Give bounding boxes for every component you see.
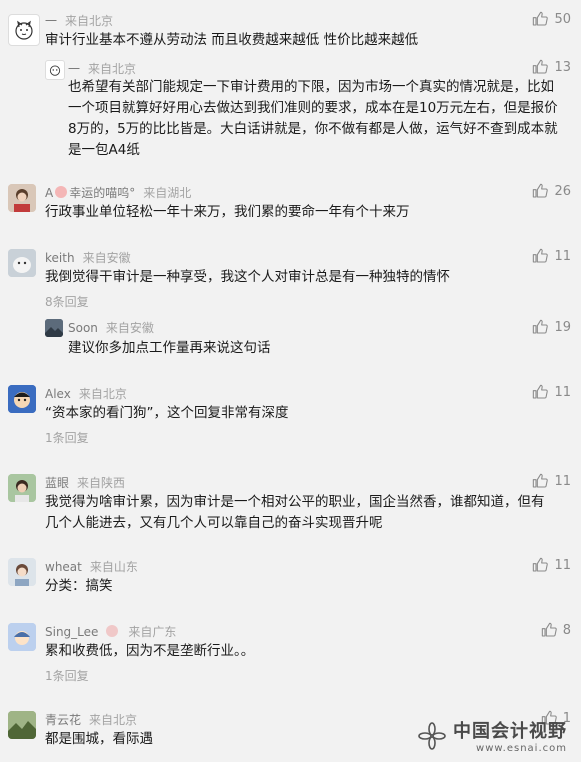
username[interactable]: Soon <box>68 321 98 335</box>
location: 来自北京 <box>78 387 127 401</box>
like-count: 50 <box>554 11 571 27</box>
watermark: 中国会计视野 www.esnai.com <box>417 717 567 754</box>
avatar[interactable] <box>8 249 36 277</box>
portrait-icon <box>8 474 36 502</box>
like-button[interactable]: 26 <box>532 183 571 199</box>
avatar[interactable] <box>8 623 36 651</box>
location: 来自湖北 <box>143 186 192 200</box>
thumbs-up-icon <box>532 183 548 199</box>
like-button[interactable]: 11 <box>532 248 571 264</box>
reply-count-link[interactable]: 1条回复 <box>45 429 89 446</box>
reply-count-link[interactable]: 1条回复 <box>45 667 89 684</box>
commenter-name[interactable]: Soon 来自安徽 <box>68 319 154 336</box>
username[interactable]: 青云花 <box>45 713 81 727</box>
location: 来自安徽 <box>105 321 154 335</box>
username-suffix: 幸运的喵呜° <box>69 186 136 200</box>
cat-face-icon <box>49 65 61 76</box>
like-button[interactable]: 11 <box>532 473 571 489</box>
like-count: 13 <box>554 59 571 75</box>
like-count: 19 <box>554 319 571 335</box>
portrait-icon <box>8 558 36 586</box>
username[interactable]: A <box>45 186 53 200</box>
like-button[interactable]: 50 <box>532 11 571 27</box>
landscape-icon <box>45 319 63 337</box>
location: 来自北京 <box>65 14 114 28</box>
avatar[interactable] <box>8 558 36 586</box>
comment-text: 也希望有关部门能规定一下审计费用的下限，因为市场一个真实的情况就是，比如一个项目… <box>68 79 558 158</box>
commenter-name[interactable]: keith 来自安徽 <box>45 249 131 266</box>
location: 来自安徽 <box>82 251 131 265</box>
comment-text: 审计行业基本不遵从劳动法 而且收费越来越低 性价比越来越低 <box>45 32 419 48</box>
location: 来自陕西 <box>77 476 126 490</box>
watermark-title: 中国会计视野 <box>453 721 567 742</box>
username[interactable]: 一 <box>68 62 80 76</box>
avatar[interactable] <box>45 319 63 337</box>
commenter-name[interactable]: wheat 来自山东 <box>45 558 138 575</box>
comment-text: 我觉得为啥审计累，因为审计是一个相对公平的职业，国企当然香，谁都知道，但有几个人… <box>45 494 545 531</box>
like-count: 26 <box>554 183 571 199</box>
avatar[interactable] <box>8 474 36 502</box>
cat-face-icon <box>15 20 33 40</box>
reply-count-link[interactable]: 8条回复 <box>45 293 89 310</box>
like-count: 11 <box>554 248 571 264</box>
emoji-icon <box>55 186 68 198</box>
username[interactable]: 一 <box>45 14 57 28</box>
commenter-name[interactable]: 一来自北京 <box>68 60 136 77</box>
commenter-name[interactable]: A 幸运的喵呜° 来自湖北 <box>45 184 191 201</box>
commenter-name[interactable]: 蓝眼 来自陕西 <box>45 474 125 491</box>
like-button[interactable]: 13 <box>532 59 571 75</box>
comment-text: 分类：搞笑 <box>45 578 113 594</box>
like-button[interactable]: 8 <box>541 622 571 638</box>
cartoon-avatar-icon <box>8 385 36 413</box>
thumbs-up-icon <box>532 384 548 400</box>
like-button[interactable]: 11 <box>532 384 571 400</box>
comment-text: 建议你多加点工作量再来说这句话 <box>68 340 271 356</box>
location: 来自北京 <box>88 62 137 76</box>
avatar[interactable] <box>8 385 36 413</box>
thumbs-up-icon <box>532 59 548 75</box>
like-count: 11 <box>554 384 571 400</box>
animal-icon <box>8 249 36 277</box>
like-button[interactable]: 11 <box>532 557 571 573</box>
avatar[interactable] <box>8 711 36 739</box>
thumbs-up-icon <box>532 473 548 489</box>
like-button[interactable]: 19 <box>532 319 571 335</box>
avatar[interactable] <box>8 184 36 212</box>
avatar[interactable] <box>45 60 65 80</box>
avatar[interactable] <box>8 14 40 46</box>
location: 来自北京 <box>89 713 138 727</box>
thumbs-up-icon <box>532 11 548 27</box>
username[interactable]: Alex <box>45 387 71 401</box>
comment-text: “资本家的看门狗”，这个回复非常有深度 <box>45 405 289 421</box>
comment-text: 我倒觉得干审计是一种享受，我这个人对审计总是有一种独特的情怀 <box>45 269 450 285</box>
watermark-url: www.esnai.com <box>476 743 567 754</box>
thumbs-up-icon <box>541 622 557 638</box>
username[interactable]: keith <box>45 251 75 265</box>
username[interactable]: 蓝眼 <box>45 476 69 490</box>
thumbs-up-icon <box>532 319 548 335</box>
cartoon-avatar-icon <box>8 623 36 651</box>
commenter-name[interactable]: 一来自北京 <box>45 12 113 29</box>
username[interactable]: wheat <box>45 560 82 574</box>
location: 来自广东 <box>128 625 177 639</box>
location: 来自山东 <box>89 560 138 574</box>
like-count: 11 <box>554 473 571 489</box>
comment-text: 累和收费低，因为不是垄断行业。。 <box>45 643 255 659</box>
commenter-name[interactable]: Sing_Lee 来自广东 <box>45 623 176 640</box>
landscape-icon <box>8 711 36 739</box>
like-count: 11 <box>554 557 571 573</box>
commenter-name[interactable]: 青云花 来自北京 <box>45 711 137 728</box>
flower-logo-icon <box>418 721 446 750</box>
username[interactable]: Sing_Lee <box>45 625 98 639</box>
like-count: 8 <box>562 622 571 638</box>
thumbs-up-icon <box>532 557 548 573</box>
emoji-icon <box>106 625 119 637</box>
portrait-icon <box>8 184 36 212</box>
commenter-name[interactable]: Alex 来自北京 <box>45 385 127 402</box>
thumbs-up-icon <box>532 248 548 264</box>
comment-text: 行政事业单位轻松一年十来万，我们累的要命一年有个十来万 <box>45 204 410 220</box>
